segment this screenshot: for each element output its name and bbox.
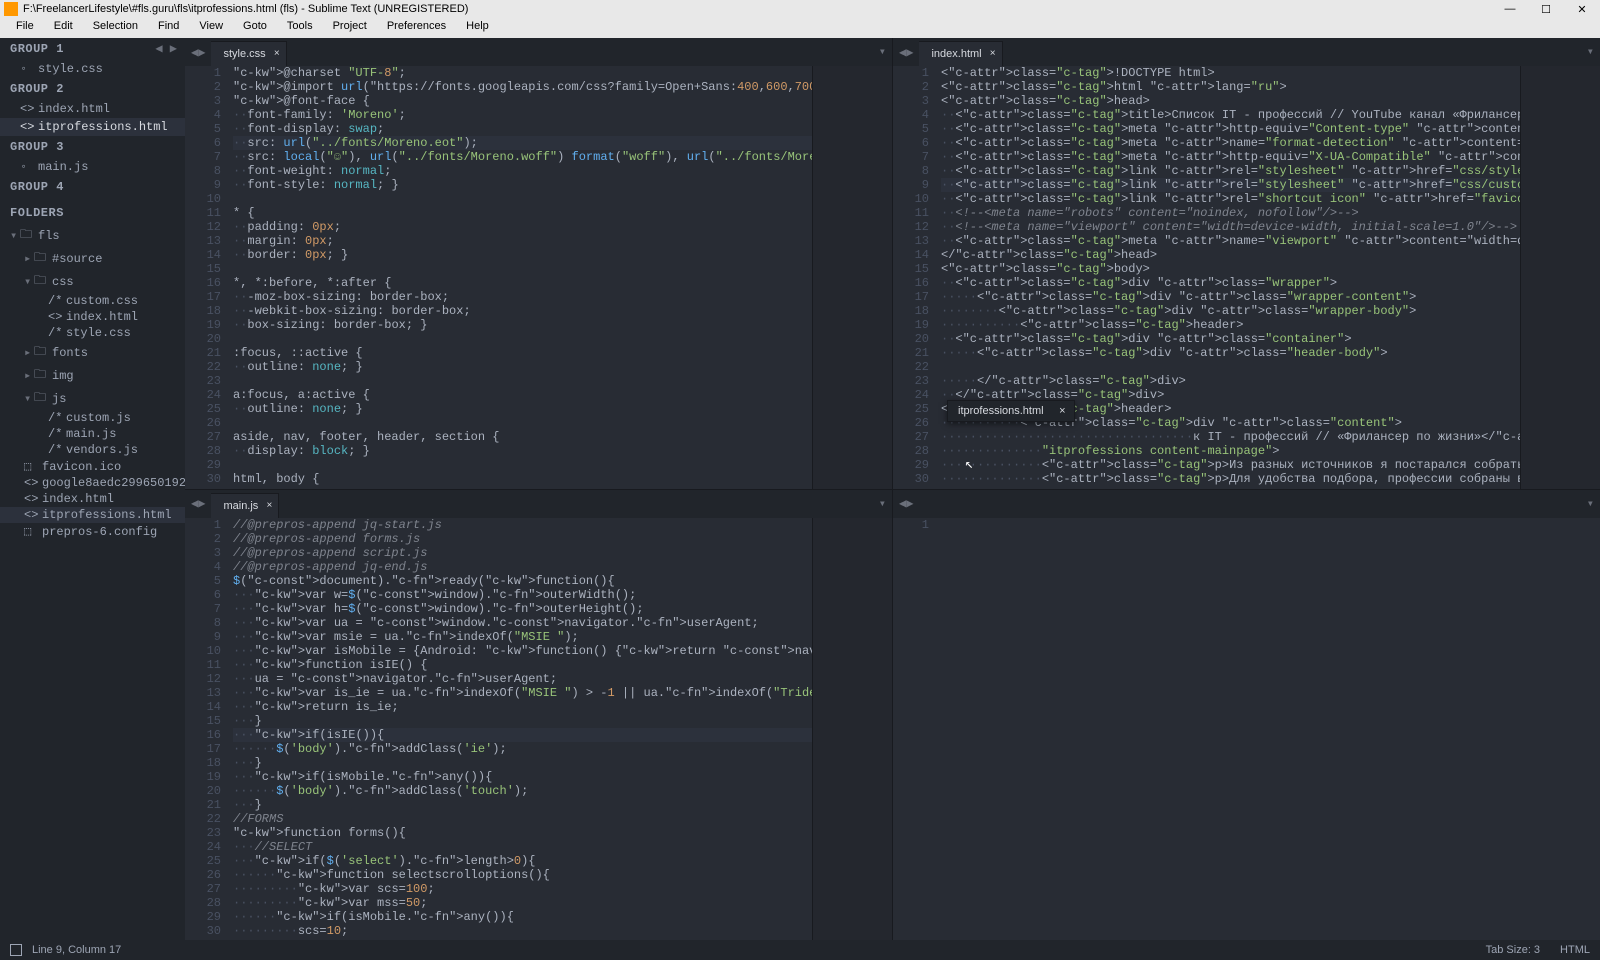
pane-2: ◀ ▶ index.html× ▾ 1234567891011121314151… <box>893 38 1600 489</box>
tree-js[interactable]: ▾🗀js <box>0 387 185 410</box>
pane-3: ◀ ▶ main.js× ▾ 1234567891011121314151617… <box>185 490 892 941</box>
status-lang[interactable]: HTML <box>1560 944 1590 956</box>
tree-source[interactable]: ▸🗀#source <box>0 247 185 270</box>
tree-css-indexhtml[interactable]: <>index.html <box>0 309 185 325</box>
tab-stylecss[interactable]: style.css× <box>211 41 286 66</box>
code-view[interactable]: "c-kw">@charset "UTF-8";"c-kw">@import u… <box>233 66 812 489</box>
app-icon <box>4 2 18 16</box>
editor-area: ◀ ▶ style.css× ▾ 12345678910111213141516… <box>185 38 1600 940</box>
menu-find[interactable]: Find <box>148 18 189 38</box>
menu-edit[interactable]: Edit <box>44 18 83 38</box>
tab-dropdown-icon[interactable]: ▾ <box>1587 44 1594 59</box>
menu-file[interactable]: File <box>6 18 44 38</box>
cursor-icon: ↖ <box>965 456 973 473</box>
group-2-header[interactable]: GROUP 2 <box>0 78 185 100</box>
code-view[interactable]: <"c-attr">class="c-tag">!DOCTYPE html><"… <box>941 66 1520 489</box>
next-tab-icon[interactable]: ▶ <box>198 45 205 60</box>
line-gutter: 1 <box>893 518 941 941</box>
tree-css[interactable]: ▾🗀css <box>0 270 185 293</box>
tree-indexhtml[interactable]: <>index.html <box>0 491 185 507</box>
code-view[interactable]: //@prepros-append jq-start.js//@prepros-… <box>233 518 812 941</box>
tree-mainjs[interactable]: /*main.js <box>0 426 185 442</box>
line-gutter: 1234567891011121314151617181920212223242… <box>185 518 233 941</box>
next-tab-icon[interactable]: ▶ <box>906 496 913 511</box>
tree-customcss[interactable]: /*custom.css <box>0 293 185 309</box>
menu-project[interactable]: Project <box>323 18 377 38</box>
minimap[interactable] <box>812 66 892 489</box>
line-gutter: 1234567891011121314151617181920212223242… <box>185 66 233 489</box>
minimize-button[interactable]: — <box>1492 0 1528 18</box>
dragged-tab[interactable]: itprofessions.html× <box>947 400 1075 422</box>
menu-tools[interactable]: Tools <box>277 18 323 38</box>
menu-selection[interactable]: Selection <box>83 18 148 38</box>
prev-tab-icon[interactable]: ◀ <box>191 45 198 60</box>
close-button[interactable]: ✕ <box>1564 0 1600 18</box>
tree-prepros[interactable]: ⬚prepros-6.config <box>0 523 185 540</box>
tab-dropdown-icon[interactable]: ▾ <box>879 44 886 59</box>
menu-view[interactable]: View <box>189 18 233 38</box>
tree-googlefile[interactable]: <>google8aedc299650192… <box>0 475 185 491</box>
statusbar: Line 9, Column 17 Tab Size: 3 HTML <box>0 940 1600 960</box>
menubar: File Edit Selection Find View Goto Tools… <box>0 18 1600 38</box>
close-icon[interactable]: × <box>1059 405 1065 417</box>
tab-dropdown-icon[interactable]: ▾ <box>879 496 886 511</box>
close-icon[interactable]: × <box>990 48 996 59</box>
tree-vendorsjs[interactable]: /*vendors.js <box>0 442 185 458</box>
close-icon[interactable]: × <box>274 48 280 59</box>
tree-stylecss[interactable]: /*style.css <box>0 325 185 341</box>
prev-tab-icon[interactable]: ◀ <box>899 496 906 511</box>
window-title: F:\FreelancerLifestyle\#fls.guru\fls\itp… <box>23 3 1492 15</box>
prev-tab-icon[interactable]: ◀ <box>899 45 906 60</box>
folders-header: FOLDERS <box>0 202 185 224</box>
sidebar-item-stylecss[interactable]: ◦style.css <box>0 60 185 78</box>
titlebar: F:\FreelancerLifestyle\#fls.guru\fls\itp… <box>0 0 1600 18</box>
menu-goto[interactable]: Goto <box>233 18 277 38</box>
minimap[interactable] <box>1520 66 1600 489</box>
tree-fonts[interactable]: ▸🗀fonts <box>0 341 185 364</box>
pane-1: ◀ ▶ style.css× ▾ 12345678910111213141516… <box>185 38 892 489</box>
close-icon[interactable]: × <box>266 500 272 511</box>
tree-customjs[interactable]: /*custom.js <box>0 410 185 426</box>
sidebar-item-indexhtml[interactable]: <>index.html <box>0 100 185 118</box>
panel-icon[interactable] <box>10 944 22 956</box>
tree-favicon[interactable]: ⬚favicon.ico <box>0 458 185 475</box>
minimap[interactable] <box>812 518 892 941</box>
nav-left-icon[interactable]: ◀ <box>155 42 162 56</box>
menu-preferences[interactable]: Preferences <box>377 18 456 38</box>
tab-indexhtml[interactable]: index.html× <box>919 41 1002 66</box>
status-tabsize[interactable]: Tab Size: 3 <box>1486 944 1540 956</box>
nav-right-icon[interactable]: ▶ <box>170 42 177 56</box>
tree-root[interactable]: ▾🗀fls <box>0 224 185 247</box>
maximize-button[interactable]: ☐ <box>1528 0 1564 18</box>
prev-tab-icon[interactable]: ◀ <box>191 496 198 511</box>
sidebar-item-itprofessions[interactable]: <>itprofessions.html <box>0 118 185 136</box>
group-3-header[interactable]: GROUP 3 <box>0 136 185 158</box>
menu-help[interactable]: Help <box>456 18 499 38</box>
sidebar-item-mainjs[interactable]: ◦main.js <box>0 158 185 176</box>
group-4-header[interactable]: GROUP 4 <box>0 176 185 198</box>
tab-mainjs[interactable]: main.js× <box>211 493 279 518</box>
tree-itprofessions[interactable]: <>itprofessions.html <box>0 507 185 523</box>
next-tab-icon[interactable]: ▶ <box>906 45 913 60</box>
code-view[interactable] <box>941 518 1600 941</box>
line-gutter: 1234567891011121314151617181920212223242… <box>893 66 941 489</box>
tree-img[interactable]: ▸🗀img <box>0 364 185 387</box>
sidebar: GROUP 1 ◀ ▶ ◦style.css GROUP 2 <>index.h… <box>0 38 185 940</box>
status-line-col[interactable]: Line 9, Column 17 <box>32 944 121 956</box>
pane-4: ◀ ▶ ▾ 1 <box>893 490 1600 941</box>
next-tab-icon[interactable]: ▶ <box>198 496 205 511</box>
tab-dropdown-icon[interactable]: ▾ <box>1587 496 1594 511</box>
